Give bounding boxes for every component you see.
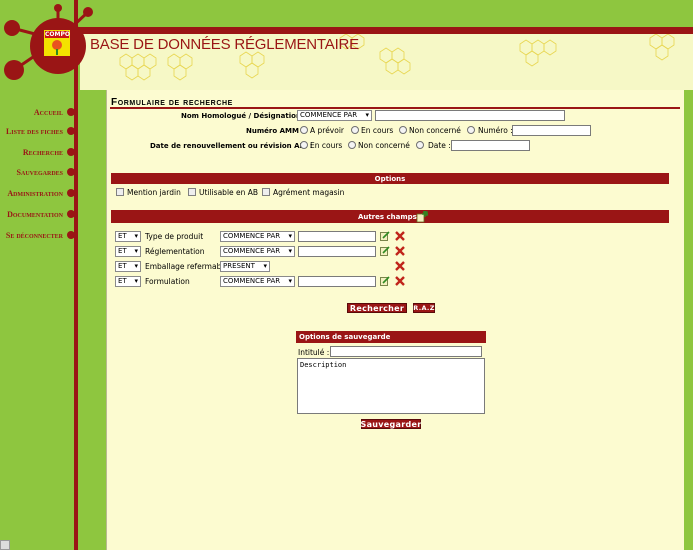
row-field-label: Emballage refermable <box>145 262 229 271</box>
row-value-input[interactable] <box>298 246 376 257</box>
amm-radio-non-concerne[interactable] <box>399 126 407 134</box>
renewal-date-input[interactable] <box>451 140 530 151</box>
edit-pencil-icon[interactable] <box>380 231 390 241</box>
nav-label: Liste des fiches <box>5 126 63 136</box>
amm-option-label: Non concerné <box>409 126 461 135</box>
checkbox-utilisable-en-ab[interactable] <box>188 188 196 196</box>
logo-text: COMPO <box>45 31 70 38</box>
row-conjunction-select[interactable]: ET <box>115 276 141 287</box>
delete-icon[interactable] <box>395 246 405 256</box>
renewal-option-label: En cours <box>310 141 343 150</box>
row-operator-select[interactable]: PRESENT <box>220 261 270 272</box>
nav-bullet-icon <box>67 127 75 135</box>
checkbox-agrement-magasin[interactable] <box>262 188 270 196</box>
delete-icon[interactable] <box>395 231 405 241</box>
checkbox-label: Agrément magasin <box>273 188 345 197</box>
save-title-label: Intitulé : <box>298 348 330 357</box>
delete-icon[interactable] <box>395 261 405 271</box>
edit-pencil-icon[interactable] <box>380 246 390 256</box>
row-field-label: Réglementation <box>145 247 205 256</box>
broken-image-icon <box>0 540 10 550</box>
delete-icon[interactable] <box>395 276 405 286</box>
renewal-option-label: Date : <box>428 141 451 150</box>
homologue-operator-select[interactable]: COMMENCE PAR <box>297 110 372 121</box>
amm-number-input[interactable] <box>512 125 591 136</box>
header-red-bar <box>70 27 693 34</box>
other-fields-title: Autres champs : <box>357 212 423 221</box>
reset-button[interactable]: R.A.Z <box>413 303 435 313</box>
save-options-header: Options de sauvegarde <box>296 331 486 343</box>
homologue-label: Nom Homologué / Désignation : <box>181 112 307 120</box>
nav-item-documentation[interactable]: Documentation <box>7 208 75 220</box>
nav-item-se-deconnecter[interactable]: Se déconnecter <box>6 229 75 241</box>
nav-item-recherche[interactable]: Recherche <box>23 146 75 158</box>
options-header: Options <box>111 173 669 184</box>
title-underline <box>110 107 680 109</box>
nav-bullet-icon <box>67 210 75 218</box>
nav-bullet-icon <box>67 168 75 176</box>
renewal-radio-en-cours[interactable] <box>300 141 308 149</box>
row-conjunction-select[interactable]: ET <box>115 246 141 257</box>
nav-item-accueil[interactable]: Accueil <box>34 106 75 118</box>
renewal-radio-non-concerne[interactable] <box>348 141 356 149</box>
nav-bullet-icon <box>67 148 75 156</box>
edit-pencil-icon[interactable] <box>380 276 390 286</box>
main-panel <box>106 90 684 550</box>
amm-radio-numero[interactable] <box>467 126 475 134</box>
nav-label: Accueil <box>33 107 63 117</box>
other-fields-header: Autres champs : <box>111 210 669 223</box>
save-description-textarea[interactable]: Description <box>297 358 485 414</box>
nav-label: Recherche <box>22 147 63 157</box>
row-conjunction-select[interactable]: ET <box>115 261 141 272</box>
homologue-input[interactable] <box>375 110 565 121</box>
amm-option-label: A prévoir <box>310 126 345 135</box>
search-button[interactable]: Rechercher <box>347 303 407 313</box>
amm-option-label: En cours <box>361 126 394 135</box>
amm-label: Numéro AMM : <box>246 127 305 135</box>
nav-item-sauvegardes[interactable]: Sauvegardes <box>17 166 75 178</box>
row-conjunction-select[interactable]: ET <box>115 231 141 242</box>
row-operator-select[interactable]: COMMENCE PAR <box>220 231 295 242</box>
amm-option-label: Numéro : <box>478 126 513 135</box>
row-field-label: Type de produit <box>145 232 204 241</box>
checkbox-mention-jardin[interactable] <box>116 188 124 196</box>
row-value-input[interactable] <box>298 231 376 242</box>
amm-radio-en-cours[interactable] <box>351 126 359 134</box>
checkbox-label: Utilisable en AB <box>199 188 259 197</box>
nav-item-administration[interactable]: Administration <box>7 187 75 199</box>
renewal-option-label: Non concerné <box>358 141 410 150</box>
nav-item-liste-des-fiches[interactable]: Liste des fiches <box>6 125 75 137</box>
logo-stem <box>56 49 58 55</box>
nav-label: Sauvegardes <box>16 167 63 177</box>
save-title-input[interactable] <box>330 346 482 357</box>
renewal-radio-date[interactable] <box>416 141 424 149</box>
compo-logo: COMPO <box>42 28 72 58</box>
nav-label: Administration <box>7 188 63 198</box>
nav-bullet-icon <box>67 231 75 239</box>
nav-bullet-icon <box>67 189 75 197</box>
nav-bullet-icon <box>67 108 75 116</box>
app-title: BASE DE DONNÉES RÉGLEMENTAIRE <box>90 36 359 53</box>
nav-label: Se déconnecter <box>5 230 63 240</box>
row-operator-select[interactable]: COMMENCE PAR <box>220 276 295 287</box>
row-field-label: Formulation <box>145 277 190 286</box>
save-button[interactable]: Sauvegarder <box>361 419 421 429</box>
add-field-icon[interactable] <box>416 211 428 223</box>
row-operator-select[interactable]: COMMENCE PAR <box>220 246 295 257</box>
row-value-input[interactable] <box>298 276 376 287</box>
checkbox-label: Mention jardin <box>127 188 181 197</box>
nav-label: Documentation <box>7 209 63 219</box>
amm-radio-a-prevoir[interactable] <box>300 126 308 134</box>
renewal-label: Date de renouvellement ou révision AIII … <box>150 142 313 150</box>
